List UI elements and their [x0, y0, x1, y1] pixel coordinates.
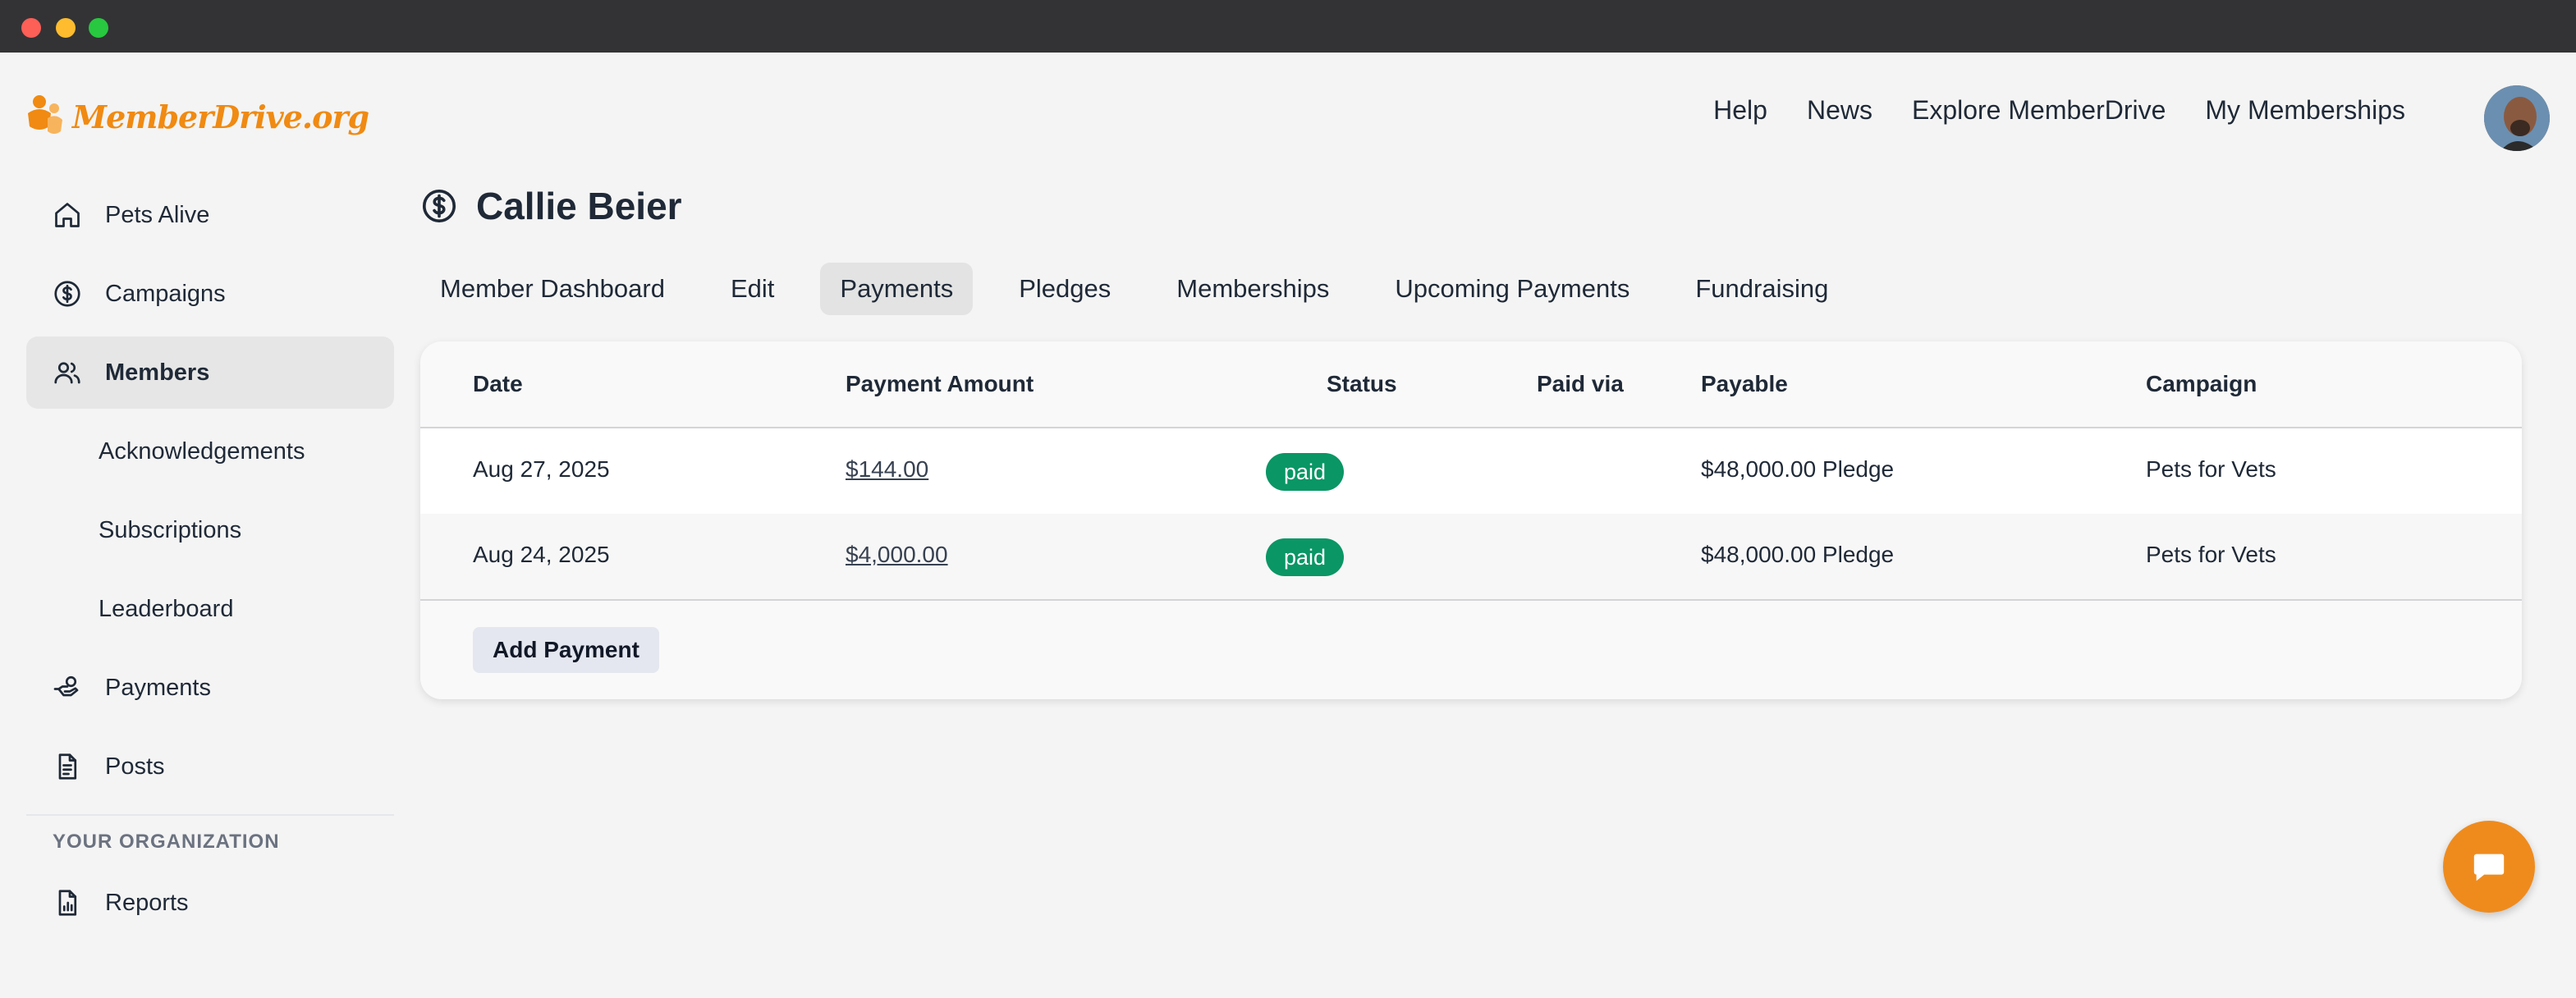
payment-date: Aug 24, 2025 [473, 542, 610, 567]
column-header-status[interactable]: Status [1327, 371, 1397, 397]
payable: $48,000.00 Pledge [1701, 542, 1895, 567]
dollar-circle-icon [420, 186, 460, 226]
sidebar-item-payments[interactable]: Payments [26, 652, 394, 724]
sidebar-item-label: Members [105, 359, 210, 386]
table-header: Date Payment Amount Status Paid via Paya… [420, 341, 2522, 428]
sidebar-item-leaderboard[interactable]: Leaderboard [26, 573, 394, 645]
table-row[interactable]: Aug 24, 2025 $4,000.00 paid $48,000.00 P… [420, 514, 2522, 599]
tab-edit[interactable]: Edit [711, 263, 794, 315]
campaign: Pets for Vets [2146, 542, 2276, 567]
sidebar-item-acknowledgements[interactable]: Acknowledgements [26, 415, 394, 488]
column-header-payable[interactable]: Payable [1701, 371, 1788, 397]
top-nav-help[interactable]: Help [1713, 92, 1767, 128]
sidebar-item-members[interactable]: Members [26, 336, 394, 409]
column-header-paid-via[interactable]: Paid via [1537, 371, 1624, 397]
tab-memberships[interactable]: Memberships [1157, 263, 1349, 315]
tab-upcoming-payments[interactable]: Upcoming Payments [1375, 263, 1649, 315]
sidebar-item-reports[interactable]: Reports [26, 867, 394, 939]
dollar-circle-icon [51, 277, 84, 310]
logo-people-icon [28, 95, 62, 134]
column-header-payment-amount[interactable]: Payment Amount [846, 371, 1034, 397]
tab-fundraising[interactable]: Fundraising [1675, 263, 1848, 315]
avatar-portrait-icon [2484, 85, 2550, 151]
status-badge: paid [1266, 453, 1345, 491]
page-title: Callie Beier [476, 185, 682, 227]
tab-pledges[interactable]: Pledges [999, 263, 1130, 315]
document-icon [51, 750, 84, 783]
sidebar-item-label: Leaderboard [99, 595, 234, 622]
window-titlebar [0, 0, 2576, 53]
payment-date: Aug 27, 2025 [473, 456, 610, 482]
payments-table: Date Payment Amount Status Paid via Paya… [420, 341, 2522, 699]
sidebar-item-label: Subscriptions [99, 516, 242, 543]
page-header: Callie Beier [420, 184, 682, 228]
tab-payments[interactable]: Payments [820, 263, 974, 315]
payment-amount-link[interactable]: $4,000.00 [846, 542, 948, 568]
sidebar-item-label: Payments [105, 674, 211, 701]
sidebar-item-label: Reports [105, 889, 189, 916]
sidebar-item-posts[interactable]: Posts [26, 730, 394, 803]
hand-coin-icon [51, 671, 84, 704]
add-payment-button[interactable]: Add Payment [473, 627, 659, 673]
chat-button[interactable] [2443, 821, 2535, 913]
status-badge: paid [1266, 538, 1345, 576]
table-row[interactable]: Aug 27, 2025 $144.00 paid $48,000.00 Ple… [420, 428, 2522, 514]
minimize-window-button[interactable] [56, 18, 76, 38]
top-nav-explore[interactable]: Explore MemberDrive [1912, 92, 2166, 128]
column-header-date[interactable]: Date [473, 371, 523, 397]
app-logo[interactable]: MemberDrive.org [25, 90, 369, 143]
sidebar-item-pets-alive[interactable]: Pets Alive [26, 179, 394, 251]
tab-member-dashboard[interactable]: Member Dashboard [420, 263, 685, 315]
sidebar-item-label: Pets Alive [105, 201, 210, 228]
sidebar-item-subscriptions[interactable]: Subscriptions [26, 494, 394, 566]
sidebar-section-label: YOUR ORGANIZATION [53, 831, 280, 853]
users-icon [51, 356, 84, 389]
top-nav: Help News Explore MemberDrive My Members… [1713, 92, 2405, 128]
sidebar-item-label: Posts [105, 753, 165, 780]
sidebar-divider [26, 814, 394, 816]
payable: $48,000.00 Pledge [1701, 456, 1895, 482]
top-nav-news[interactable]: News [1807, 92, 1872, 128]
sidebar-item-label: Campaigns [105, 280, 226, 307]
sidebar-item-campaigns[interactable]: Campaigns [26, 258, 394, 330]
report-icon [51, 886, 84, 919]
table-footer: Add Payment [420, 599, 2522, 699]
home-icon [51, 199, 84, 231]
chat-bubble-icon [2473, 854, 2505, 881]
sidebar-item-label: Acknowledgements [99, 437, 305, 465]
maximize-window-button[interactable] [89, 18, 108, 38]
top-nav-my-memberships[interactable]: My Memberships [2205, 92, 2405, 128]
member-tabs: Member Dashboard Edit Payments Pledges M… [420, 263, 1874, 315]
column-header-campaign[interactable]: Campaign [2146, 371, 2257, 397]
logo-text: MemberDrive.org [72, 98, 369, 135]
payment-amount-link[interactable]: $144.00 [846, 456, 928, 483]
user-avatar[interactable] [2484, 85, 2550, 151]
sidebar: Pets Alive Campaigns Members Acknowledge… [26, 179, 394, 945]
campaign: Pets for Vets [2146, 456, 2276, 482]
close-window-button[interactable] [21, 18, 41, 38]
